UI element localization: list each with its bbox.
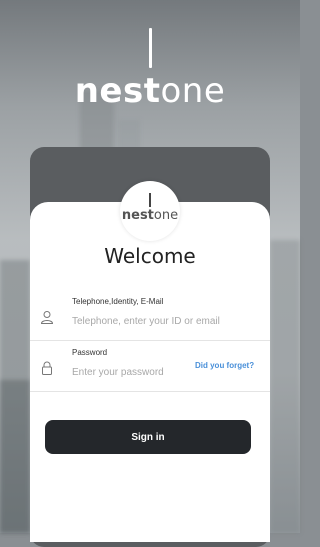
- brand-logo: nestone: [0, 28, 300, 110]
- identity-label: Telephone,Identity, E-Mail: [72, 297, 164, 306]
- password-input[interactable]: [72, 364, 192, 380]
- sign-in-button[interactable]: Sign in: [45, 420, 251, 454]
- background-building: [0, 380, 30, 533]
- card-logo-wordmark: nestone: [120, 209, 180, 223]
- lock-icon: [40, 361, 54, 375]
- background-building: [270, 240, 300, 533]
- identity-input[interactable]: [72, 313, 257, 329]
- identity-field[interactable]: Telephone,Identity, E-Mail: [30, 292, 270, 341]
- forgot-password-link[interactable]: Did you forget?: [195, 361, 254, 370]
- card-logo-badge: nestone: [120, 181, 180, 241]
- user-icon: [40, 310, 54, 324]
- card-logo-part1: nest: [121, 208, 154, 223]
- password-label: Password: [72, 348, 108, 357]
- welcome-title: Welcome: [104, 244, 196, 268]
- logo-word-part1: nest: [74, 71, 161, 111]
- card-logo-part2: one: [153, 208, 179, 223]
- logo-word-part2: one: [160, 71, 226, 111]
- card-logo-bar: [149, 193, 151, 207]
- logo-bar-mark: [148, 28, 152, 68]
- logo-wordmark: nestone: [0, 72, 300, 110]
